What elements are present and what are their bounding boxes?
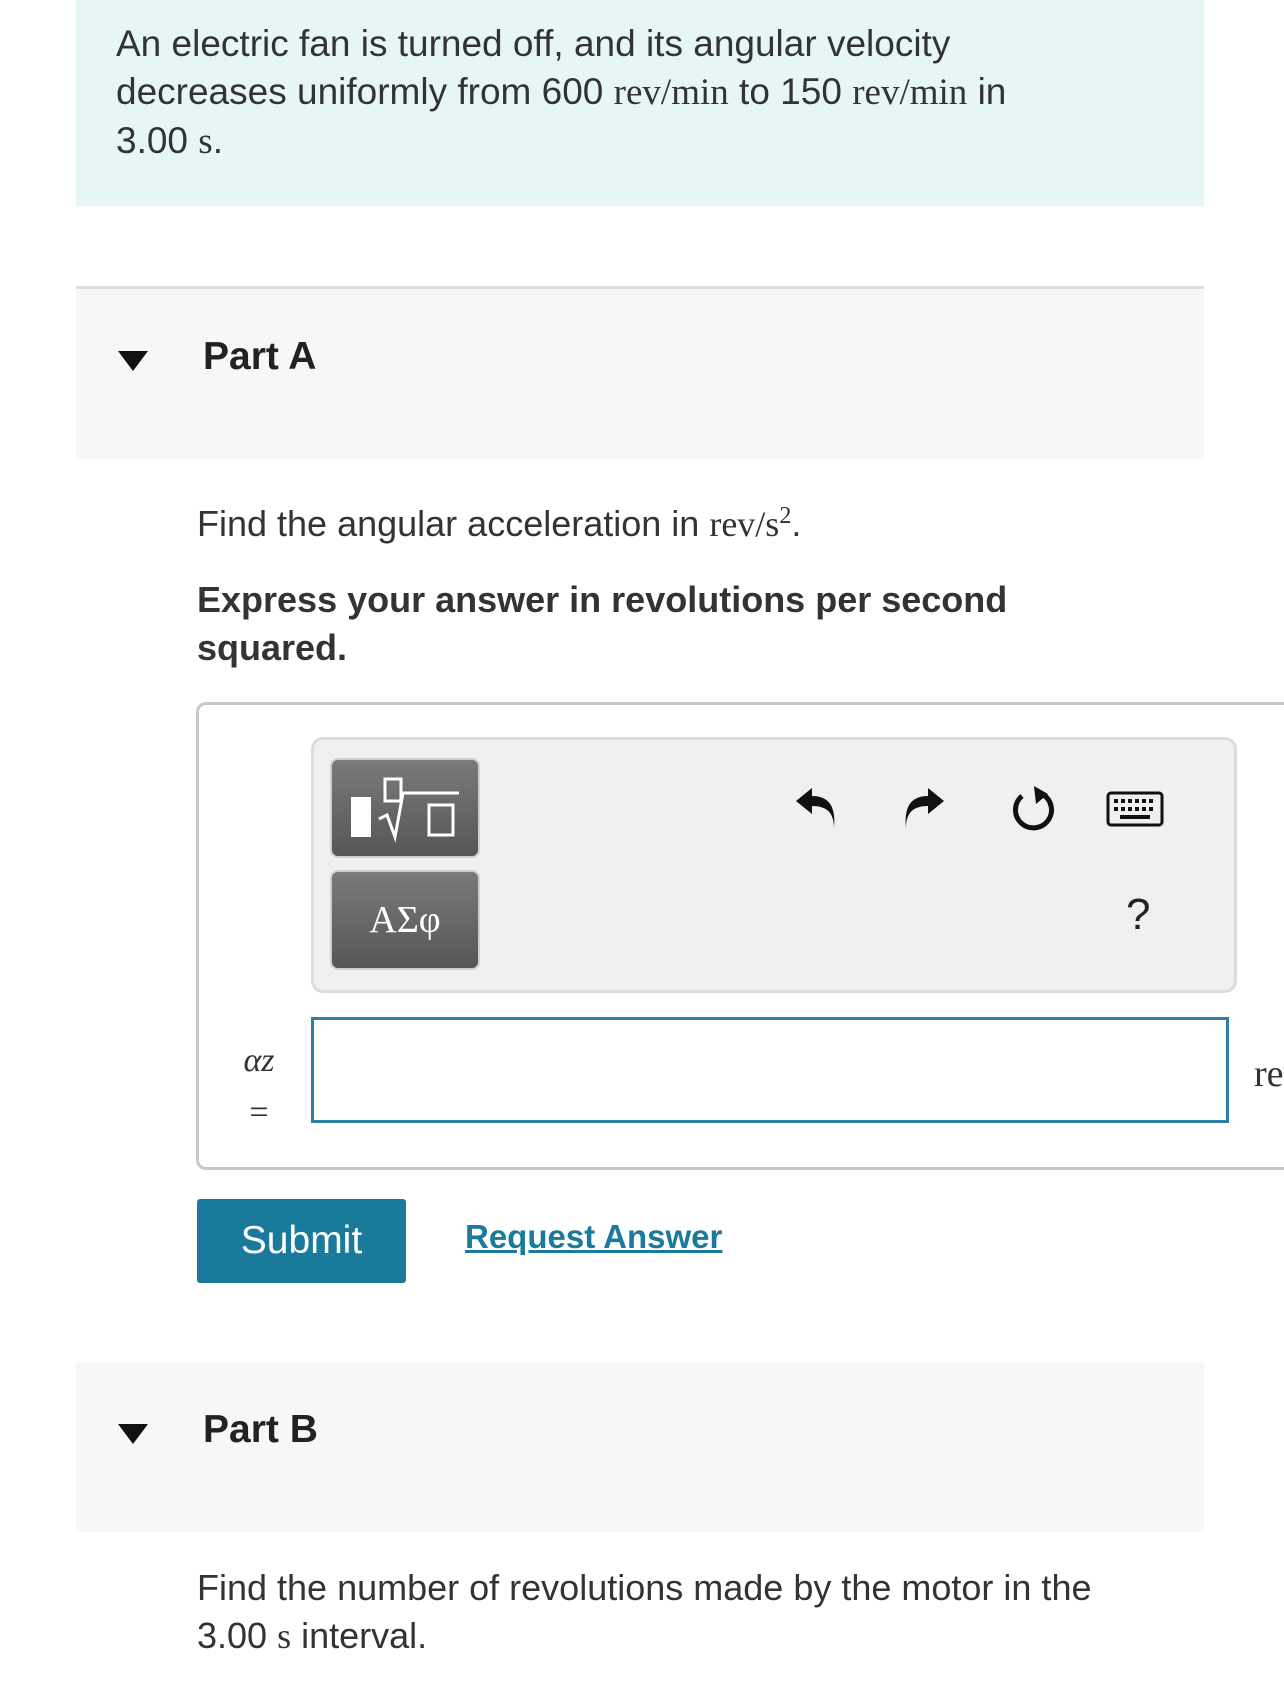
unit-rev-per-min-2: rev/min [852, 72, 968, 113]
part-b-question-end: interval. [291, 1615, 428, 1656]
answer-editor: ΑΣφ ? αz = [196, 702, 1284, 1170]
part-a-question-text: Find the angular acceleration in [197, 503, 710, 544]
part-b-header[interactable]: Part B [76, 1362, 1204, 1532]
problem-line-3-end: . [212, 120, 223, 161]
problem-line-2-start: decreases uniformly from 600 [116, 71, 614, 112]
symbols-button[interactable]: ΑΣφ [330, 870, 480, 970]
problem-line-3-start: 3.00 [116, 120, 199, 161]
redo-icon[interactable] [898, 784, 948, 834]
fraction-sqrt-templates-icon [351, 777, 459, 843]
part-a-title: Part A [203, 335, 317, 378]
part-a-header[interactable]: Part A [76, 286, 1204, 459]
undo-icon[interactable] [792, 784, 842, 834]
unit-seconds: s [277, 1616, 292, 1656]
equals-sign: = [249, 1094, 269, 1131]
part-b-title: Part B [203, 1408, 318, 1451]
symbols-label: ΑΣφ [369, 899, 441, 941]
help-button[interactable]: ? [1126, 890, 1150, 940]
keyboard-icon[interactable] [1106, 784, 1164, 834]
unit-exponent: 2 [779, 503, 792, 529]
templates-button[interactable] [330, 758, 480, 858]
unit-rev-per-s-squared: rev/s2 [709, 503, 792, 544]
part-b-question-line-1: Find the number of revolutions made by t… [197, 1567, 1092, 1608]
problem-line-1: An electric fan is turned off, and its a… [116, 23, 951, 64]
variable-symbol: αz [243, 1042, 275, 1079]
math-toolbar: ΑΣφ ? [311, 737, 1237, 993]
problem-text: An electric fan is turned off, and its a… [116, 20, 1176, 166]
unit-seconds: s [198, 121, 213, 162]
reset-icon[interactable] [1008, 784, 1058, 834]
request-answer-link[interactable]: Request Answer [465, 1218, 722, 1256]
variable-label: αz = [231, 1035, 287, 1139]
unit-rev-per-s: rev/s [709, 504, 780, 544]
collapse-caret-icon[interactable] [118, 1424, 148, 1444]
answer-input[interactable] [311, 1017, 1229, 1123]
problem-line-2-end: in [967, 71, 1007, 112]
unit-rev-per-min: rev/min [613, 72, 729, 113]
units-field-peek[interactable]: re [1254, 1052, 1284, 1096]
submit-button[interactable]: Submit [197, 1199, 406, 1283]
problem-line-2-mid: to 150 [728, 71, 853, 112]
part-a-instruction: Express your answer in revolutions per s… [197, 579, 1008, 668]
part-a-question: Find the angular acceleration in rev/s2. [197, 492, 801, 548]
problem-statement: An electric fan is turned off, and its a… [76, 0, 1204, 206]
collapse-caret-icon[interactable] [118, 351, 148, 371]
part-b-question-num: 3.00 [197, 1615, 278, 1656]
part-b-question: Find the number of revolutions made by t… [197, 1564, 1237, 1660]
part-a-question-end: . [791, 503, 802, 544]
